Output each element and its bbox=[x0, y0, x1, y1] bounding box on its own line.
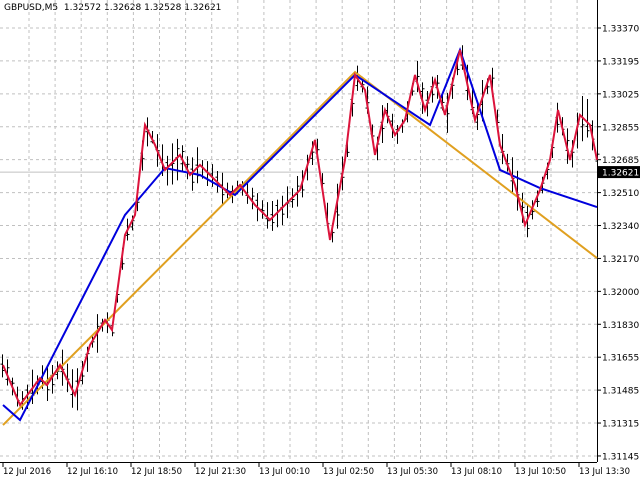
series-zigzag-line bbox=[2, 49, 598, 408]
x-tick-label: 13 Jul 13:30 bbox=[579, 467, 630, 477]
x-tick-label: 13 Jul 05:30 bbox=[387, 467, 438, 477]
y-tick-label: 1.31315 bbox=[602, 420, 639, 430]
x-tick-label: 13 Jul 02:50 bbox=[323, 467, 374, 477]
y-tick-label: 1.33025 bbox=[602, 90, 639, 100]
y-tick-label: 1.32170 bbox=[602, 255, 639, 265]
y-tick-label: 1.31485 bbox=[602, 387, 639, 397]
y-tick-label: 1.31830 bbox=[602, 321, 639, 331]
y-tick-label: 1.31655 bbox=[602, 354, 639, 364]
x-tick-label: 13 Jul 08:10 bbox=[451, 467, 502, 477]
y-tick-label: 1.32855 bbox=[602, 123, 639, 133]
current-price-label: 1.32621 bbox=[602, 169, 639, 179]
price-chart[interactable]: 1.33370 1.33195 1.33025 1.32855 1.32685 1.325… bbox=[0, 0, 640, 480]
series-orange-line bbox=[2, 70, 598, 426]
y-tick-label: 1.32340 bbox=[602, 222, 639, 232]
y-tick-label: 1.31145 bbox=[602, 452, 639, 462]
x-tick-label: 12 Jul 18:50 bbox=[131, 467, 182, 477]
x-tick-label: 13 Jul 10:50 bbox=[515, 467, 566, 477]
y-tick-label: 1.32510 bbox=[602, 189, 639, 199]
x-tick-label: 12 Jul 16:10 bbox=[67, 467, 118, 477]
x-tick-label: 12 Jul 21:30 bbox=[195, 467, 246, 477]
series-blue-line bbox=[2, 47, 598, 422]
x-tick-label: 13 Jul 00:10 bbox=[259, 467, 310, 477]
y-tick-label: 1.32000 bbox=[602, 288, 639, 298]
y-tick-label: 1.32685 bbox=[602, 156, 639, 166]
y-tick-label: 1.33370 bbox=[602, 25, 639, 35]
x-tick-label: 12 Jul 2016 bbox=[3, 467, 51, 477]
ohlc-bars bbox=[0, 45, 600, 411]
y-tick-label: 1.33195 bbox=[602, 57, 639, 67]
